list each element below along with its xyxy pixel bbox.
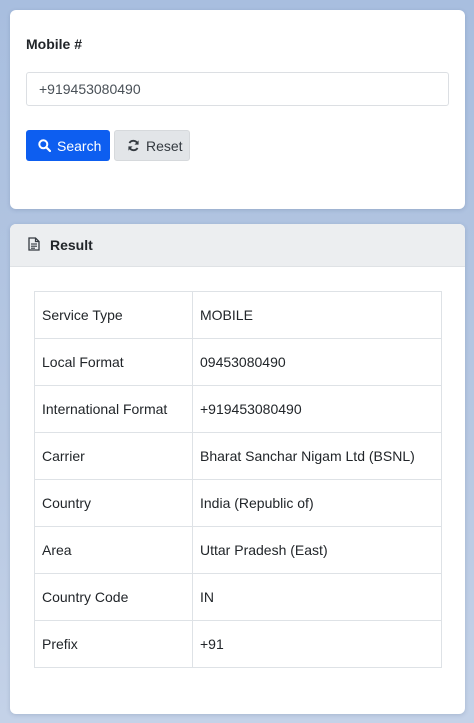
row-key: Service Type: [34, 291, 193, 339]
reset-button[interactable]: Reset: [114, 130, 190, 161]
search-button-label: Search: [57, 137, 102, 154]
row-key: Area: [34, 526, 193, 574]
mobile-input-value: +919453080490: [39, 81, 141, 97]
table-row: Service Type MOBILE: [34, 291, 442, 339]
result-header: Result: [10, 224, 465, 267]
reset-button-label: Reset: [146, 137, 183, 154]
row-key: Prefix: [34, 620, 193, 668]
row-value: MOBILE: [192, 291, 442, 339]
row-value: India (Republic of): [192, 479, 442, 527]
table-row: International Format +919453080490: [34, 385, 442, 433]
row-value: 09453080490: [192, 338, 442, 386]
button-row: Search Reset: [26, 130, 449, 161]
refresh-icon: [127, 139, 140, 152]
search-button[interactable]: Search: [26, 130, 110, 161]
row-value: IN: [192, 573, 442, 621]
table-row: Country Code IN: [34, 573, 442, 621]
table-row: Carrier Bharat Sanchar Nigam Ltd (BSNL): [34, 432, 442, 480]
table-row: Local Format 09453080490: [34, 338, 442, 386]
table-row: Prefix +91: [34, 620, 442, 668]
row-value: +91: [192, 620, 442, 668]
row-value: Uttar Pradesh (East): [192, 526, 442, 574]
mobile-input[interactable]: +919453080490: [26, 72, 449, 106]
document-icon: [28, 236, 40, 254]
result-table-wrap: Service Type MOBILE Local Format 094530804…: [10, 267, 465, 668]
row-key: Country Code: [34, 573, 193, 621]
table-row: Country India (Republic of): [34, 479, 442, 527]
search-card: Mobile # +919453080490 Search Reset: [10, 10, 465, 209]
row-value: Bharat Sanchar Nigam Ltd (BSNL): [192, 432, 442, 480]
row-key: International Format: [34, 385, 193, 433]
result-card: Result Service Type MOBILE Local Format 09…: [10, 224, 465, 714]
row-key: Local Format: [34, 338, 193, 386]
search-icon: [38, 139, 51, 152]
row-key: Carrier: [34, 432, 193, 480]
row-value: +919453080490: [192, 385, 442, 433]
result-table: Service Type MOBILE Local Format 094530804…: [34, 291, 442, 668]
mobile-label: Mobile #: [26, 36, 83, 52]
row-key: Country: [34, 479, 193, 527]
result-title: Result: [50, 237, 93, 253]
table-row: Area Uttar Pradesh (East): [34, 526, 442, 574]
